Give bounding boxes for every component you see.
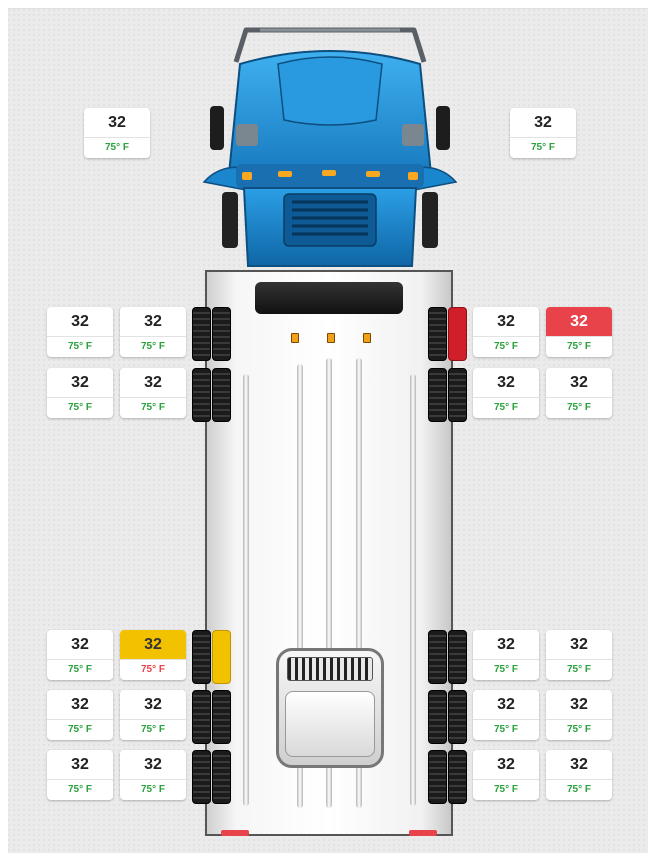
tire-card-axle5-right-outer[interactable]: 32 75° F bbox=[546, 750, 612, 800]
tire-axle5-right-outer[interactable] bbox=[448, 750, 467, 804]
tire-temperature: 75° F bbox=[566, 341, 591, 352]
tire-pressure: 32 bbox=[47, 307, 113, 337]
tire-pressure: 32 bbox=[84, 108, 150, 138]
tire-axle5-left-inner[interactable] bbox=[212, 750, 231, 804]
tire-temperature: 75° F bbox=[67, 402, 92, 413]
tire-pressure: 32 bbox=[47, 690, 113, 720]
tire-temperature: 75° F bbox=[566, 402, 591, 413]
tire-card-axle1-right-inner[interactable]: 32 75° F bbox=[473, 307, 539, 357]
tire-axle2-right-outer[interactable] bbox=[448, 368, 467, 422]
tire-temperature: 75° F bbox=[493, 402, 518, 413]
tire-temperature: 75° F bbox=[140, 402, 165, 413]
tire-temperature: 75° F bbox=[67, 341, 92, 352]
tire-pressure: 32 bbox=[473, 368, 539, 398]
tire-pressure: 32 bbox=[473, 750, 539, 780]
tire-axle3-left-inner[interactable] bbox=[212, 630, 231, 684]
tire-pressure: 32 bbox=[120, 630, 186, 660]
trailer-rail bbox=[243, 374, 249, 806]
tire-axle2-right-inner[interactable] bbox=[428, 368, 447, 422]
tire-card-axle4-right-outer[interactable]: 32 75° F bbox=[546, 690, 612, 740]
tire-pressure: 32 bbox=[510, 108, 576, 138]
tire-temperature: 75° F bbox=[566, 724, 591, 735]
tire-axle5-right-inner[interactable] bbox=[428, 750, 447, 804]
tire-pressure: 32 bbox=[546, 690, 612, 720]
tire-axle1-right-outer[interactable] bbox=[448, 307, 467, 361]
tire-card-axle2-left-outer[interactable]: 32 75° F bbox=[47, 368, 113, 418]
tire-card-axle3-left-inner[interactable]: 32 75° F bbox=[120, 630, 186, 680]
tire-axle3-right-outer[interactable] bbox=[448, 630, 467, 684]
tire-axle4-left-inner[interactable] bbox=[212, 690, 231, 744]
tire-temperature: 75° F bbox=[67, 724, 92, 735]
tire-pressure: 32 bbox=[47, 368, 113, 398]
hatch-grille bbox=[287, 657, 373, 681]
tire-card-axle5-left-inner[interactable]: 32 75° F bbox=[120, 750, 186, 800]
tire-pressure: 32 bbox=[473, 307, 539, 337]
tire-axle1-left-outer[interactable] bbox=[192, 307, 211, 361]
tire-pressure: 32 bbox=[120, 750, 186, 780]
tire-temperature: 75° F bbox=[140, 784, 165, 795]
tire-temperature: 75° F bbox=[566, 784, 591, 795]
tire-axle2-left-inner[interactable] bbox=[212, 368, 231, 422]
tire-temperature: 75° F bbox=[493, 784, 518, 795]
tire-pressure: 32 bbox=[546, 630, 612, 660]
tire-pressure: 32 bbox=[47, 750, 113, 780]
tire-pressure: 32 bbox=[120, 368, 186, 398]
marker-light-icon bbox=[363, 333, 371, 343]
tire-temperature: 75° F bbox=[493, 341, 518, 352]
tire-pressure: 32 bbox=[120, 690, 186, 720]
tire-card-axle3-left-outer[interactable]: 32 75° F bbox=[47, 630, 113, 680]
rear-light-icon bbox=[409, 830, 437, 836]
tire-card-axle2-right-outer[interactable]: 32 75° F bbox=[546, 368, 612, 418]
tire-temperature: 75° F bbox=[67, 664, 92, 675]
marker-light-icon bbox=[291, 333, 299, 343]
tire-axle1-right-inner[interactable] bbox=[428, 307, 447, 361]
tire-pressure: 32 bbox=[546, 750, 612, 780]
tire-card-axle3-right-inner[interactable]: 32 75° F bbox=[473, 630, 539, 680]
tire-card-steer-left[interactable]: 32 75° F bbox=[84, 108, 150, 158]
tire-card-axle5-left-outer[interactable]: 32 75° F bbox=[47, 750, 113, 800]
marker-light-icon bbox=[327, 333, 335, 343]
tire-temperature: 75° F bbox=[140, 341, 165, 352]
tire-card-axle1-left-outer[interactable]: 32 75° F bbox=[47, 307, 113, 357]
tire-axle1-left-inner[interactable] bbox=[212, 307, 231, 361]
tire-pressure: 32 bbox=[546, 368, 612, 398]
tire-pressure: 32 bbox=[120, 307, 186, 337]
tire-temperature: 75° F bbox=[530, 142, 555, 153]
tire-temperature: 75° F bbox=[493, 664, 518, 675]
hatch-panel bbox=[285, 691, 375, 757]
tire-card-axle4-left-outer[interactable]: 32 75° F bbox=[47, 690, 113, 740]
tire-pressure: 32 bbox=[473, 630, 539, 660]
tire-card-axle4-right-inner[interactable]: 32 75° F bbox=[473, 690, 539, 740]
trailer-front-bumper bbox=[255, 282, 403, 314]
tire-temperature: 75° F bbox=[493, 724, 518, 735]
tire-temperature: 75° F bbox=[566, 664, 591, 675]
tire-temperature: 75° F bbox=[104, 142, 129, 153]
tire-card-axle3-right-outer[interactable]: 32 75° F bbox=[546, 630, 612, 680]
tire-card-axle5-right-inner[interactable]: 32 75° F bbox=[473, 750, 539, 800]
tire-temperature: 75° F bbox=[140, 724, 165, 735]
rear-hatch bbox=[276, 648, 384, 768]
tire-pressure: 32 bbox=[473, 690, 539, 720]
truck-cab-illustration bbox=[202, 27, 458, 267]
tire-pressure: 32 bbox=[47, 630, 113, 660]
tire-pressure: 32 bbox=[546, 307, 612, 337]
tire-card-axle1-left-inner[interactable]: 32 75° F bbox=[120, 307, 186, 357]
tire-card-axle4-left-inner[interactable]: 32 75° F bbox=[120, 690, 186, 740]
rear-light-icon bbox=[221, 830, 249, 836]
tire-temperature: 75° F bbox=[140, 664, 165, 675]
tire-axle3-right-inner[interactable] bbox=[428, 630, 447, 684]
tire-temperature: 75° F bbox=[67, 784, 92, 795]
tire-axle4-left-outer[interactable] bbox=[192, 690, 211, 744]
tire-axle2-left-outer[interactable] bbox=[192, 368, 211, 422]
tire-axle4-right-outer[interactable] bbox=[448, 690, 467, 744]
tire-axle5-left-outer[interactable] bbox=[192, 750, 211, 804]
tire-axle3-left-outer[interactable] bbox=[192, 630, 211, 684]
tire-card-steer-right[interactable]: 32 75° F bbox=[510, 108, 576, 158]
tire-card-axle1-right-outer[interactable]: 32 75° F bbox=[546, 307, 612, 357]
tire-card-axle2-left-inner[interactable]: 32 75° F bbox=[120, 368, 186, 418]
tire-axle4-right-inner[interactable] bbox=[428, 690, 447, 744]
trailer-rail bbox=[410, 374, 416, 806]
tire-card-axle2-right-inner[interactable]: 32 75° F bbox=[473, 368, 539, 418]
